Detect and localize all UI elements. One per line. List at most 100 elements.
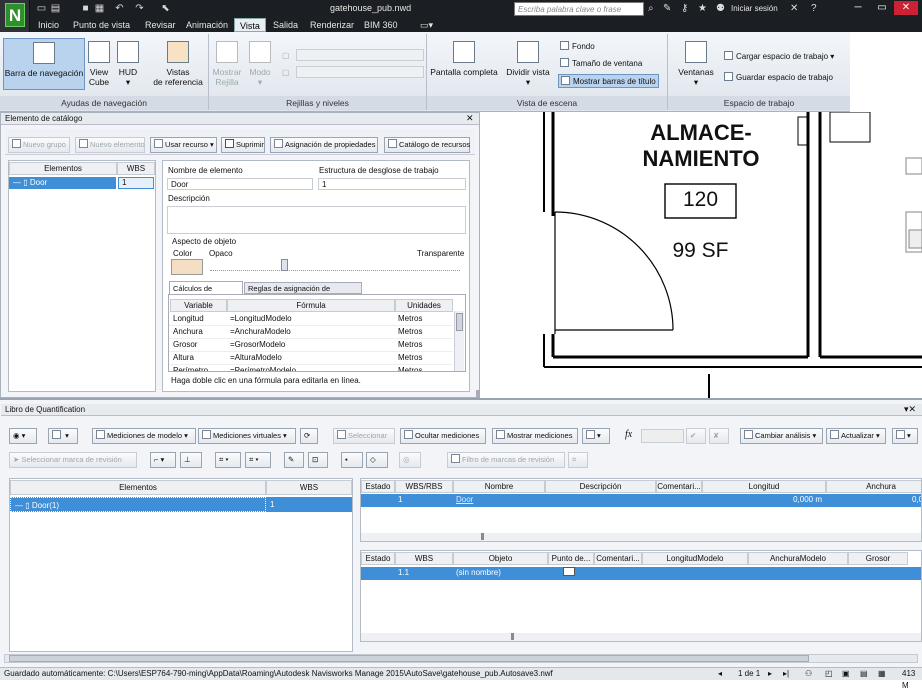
select-markup-button[interactable]: ➤ Seleccionar marca de revisión <box>9 452 137 468</box>
navigation-bar-button[interactable]: Barra de navegación <box>3 38 85 90</box>
show-title-bars-button[interactable]: Mostrar barras de título <box>558 74 659 88</box>
quick-line-button[interactable]: ⊥ <box>180 452 202 468</box>
tab-vista[interactable]: Vista <box>234 18 266 32</box>
wb-tree-row-door[interactable]: — ▯ Door(1) <box>10 497 266 512</box>
polyline-button[interactable]: ⌐ ▾ <box>150 452 176 468</box>
split-view-button[interactable]: Dividir vista ▾ <box>504 38 552 90</box>
bucket-fill-button[interactable]: ⌗ ▾ <box>245 452 271 468</box>
exchange-icon[interactable]: ✕ <box>790 3 798 14</box>
calc-formula-cell[interactable]: =AlturaModelo <box>230 352 395 364</box>
new-group-button[interactable]: Nuevo grupo <box>8 137 70 153</box>
help-icon[interactable]: ? <box>811 3 817 14</box>
web-server-icon[interactable]: ▦ <box>878 668 886 680</box>
color-swatch[interactable] <box>171 259 203 275</box>
save-workspace-button[interactable]: Guardar espacio de trabajo <box>724 72 833 82</box>
grid-level-combo[interactable] <box>296 66 424 78</box>
items-table-row[interactable]: 1 Door 0,000 m 0,000 <box>361 494 921 507</box>
hide-takeoff-button[interactable]: Ocultar mediciones <box>400 428 486 444</box>
property-mapping-button[interactable]: Asignación de propiedades <box>270 137 378 153</box>
objects-header-cell-5[interactable]: LongitudModelo <box>642 552 748 565</box>
objects-header-cell-1[interactable]: WBS <box>395 552 453 565</box>
clear-markup-button[interactable]: ◎ <box>399 452 421 468</box>
takeoff-options-button[interactable]: ▾ <box>582 428 610 444</box>
tree-row-wbs[interactable]: 1 <box>118 177 154 189</box>
tab-salida[interactable]: Salida <box>268 18 303 32</box>
camera-icon[interactable] <box>563 567 575 576</box>
model-takeoff-button[interactable]: Mediciones de modelo ▾ <box>92 428 196 444</box>
update-button[interactable]: Actualizar ▾ <box>826 428 886 444</box>
calc-row[interactable]: Grosor =GrosorModelo Metros <box>169 339 453 352</box>
tools-icon[interactable]: ✎ <box>663 3 671 14</box>
delete-button[interactable]: Suprimir <box>221 137 265 153</box>
calc-row[interactable]: Perímetro =PerímetroModelo Metros <box>169 365 453 371</box>
close-button[interactable]: ✕ <box>894 1 918 15</box>
tab-punto-de-vista[interactable]: Punto de vista <box>68 18 135 32</box>
accept-formula-button[interactable]: ✔ <box>686 428 706 444</box>
show-grid-button[interactable]: Mostrar Rejilla <box>210 38 244 90</box>
items-hscrollbar[interactable] <box>361 533 921 541</box>
objects-header-cell-2[interactable]: Objeto <box>453 552 548 565</box>
cpu-icon[interactable]: ▣ <box>842 668 850 680</box>
wbs-field[interactable]: 1 <box>318 178 466 190</box>
change-analysis-button[interactable]: Cambiar análisis ▾ <box>740 428 823 444</box>
grid-mode-button[interactable]: Modo ▾ <box>246 38 274 90</box>
hide-markup-button[interactable]: ▪ <box>341 452 363 468</box>
markup-settings-button[interactable]: ⌗ <box>568 452 588 468</box>
items-header-cell-2[interactable]: Nombre <box>453 480 545 493</box>
workbook-pin-icon[interactable]: ▾✕ <box>904 404 916 415</box>
tab-revisar[interactable]: Revisar <box>140 18 181 32</box>
tab-item-calculations[interactable]: Cálculos de elemento <box>169 281 243 302</box>
last-page-icon[interactable]: ▸| <box>783 668 789 680</box>
tab-inicio[interactable]: Inicio <box>33 18 64 32</box>
workbook-hscrollbar[interactable] <box>4 654 918 663</box>
formula-input[interactable] <box>641 429 684 443</box>
tab-assignment-rules[interactable]: Reglas de asignación de elementos <box>244 282 362 302</box>
favorites-icon[interactable]: ★ <box>698 3 707 14</box>
calc-row[interactable]: Longitud =LongitudModelo Metros <box>169 313 453 326</box>
new-file-icon[interactable]: ▭ <box>36 3 47 14</box>
item-name-field[interactable]: Door <box>167 178 313 190</box>
disk-icon[interactable]: ▤ <box>860 668 868 680</box>
select-button[interactable]: Seleccionar <box>333 428 395 444</box>
performance-icon[interactable]: ◰ <box>825 668 833 680</box>
tree-row-door[interactable]: — ▯ Door <box>9 177 116 189</box>
collaboration-icon[interactable]: ⚇ <box>805 668 812 680</box>
door-link[interactable]: Door <box>456 495 473 504</box>
objects-hscrollbar[interactable] <box>361 633 921 641</box>
count-button[interactable]: ✎ <box>284 452 304 468</box>
prev-page-icon[interactable]: ◂ <box>718 668 722 680</box>
calc-formula-cell[interactable]: =GrosorModelo <box>230 339 395 351</box>
filter-markup-button[interactable]: Filtro de marcas de revisión <box>447 452 565 468</box>
hud-button[interactable]: HUD ▾ <box>114 38 142 90</box>
window-size-button[interactable]: Tamaño de ventana <box>560 58 642 68</box>
view-cube-button[interactable]: View Cube <box>86 38 112 90</box>
use-resource-button[interactable]: Usar recurso ▾ <box>150 137 217 153</box>
ribbon-options-icon[interactable]: ▭▾ <box>415 18 438 32</box>
snap-button[interactable]: ⊡ <box>308 452 328 468</box>
grid-system-combo[interactable] <box>296 49 424 61</box>
save-icon[interactable]: ■ <box>80 3 91 14</box>
open-file-icon[interactable]: ▤ <box>50 3 61 14</box>
sync-button[interactable]: ⟳ <box>300 428 318 444</box>
redo-icon[interactable]: ↷ <box>134 3 145 14</box>
items-header-cell-0[interactable]: Estado <box>361 480 395 493</box>
erase-button[interactable]: ◇ <box>366 452 388 468</box>
objects-header-cell-3[interactable]: Punto de... <box>548 552 594 565</box>
close-panel-icon[interactable]: ✕ <box>466 113 474 124</box>
print-icon[interactable]: ▦ <box>94 3 105 14</box>
items-header-cell-4[interactable]: Comentari... <box>656 480 702 493</box>
next-page-icon[interactable]: ▸ <box>768 668 772 680</box>
search-icon[interactable]: ⌕ <box>648 3 654 14</box>
cancel-formula-button[interactable]: ✘ <box>709 428 729 444</box>
reference-views-button[interactable]: Vistas de referencia <box>150 38 206 90</box>
load-workspace-button[interactable]: Cargar espacio de trabajo ▾ <box>724 51 834 61</box>
wb-tree-row-wbs[interactable]: 1 <box>266 497 352 512</box>
search-input[interactable]: Escriba palabra clave o frase <box>514 2 644 16</box>
restore-button[interactable]: ▭ <box>870 1 894 15</box>
drawing-canvas[interactable]: ALMACE- NAMIENTO 120 99 SF <box>480 112 922 398</box>
full-screen-button[interactable]: Pantalla completa <box>428 38 500 90</box>
windows-button[interactable]: Ventanas ▾ <box>676 38 716 90</box>
application-menu-button[interactable]: N <box>0 0 30 32</box>
new-item-button[interactable]: Nuevo elemento <box>75 137 145 153</box>
calc-formula-cell[interactable]: =PerímetroModelo <box>230 365 395 371</box>
